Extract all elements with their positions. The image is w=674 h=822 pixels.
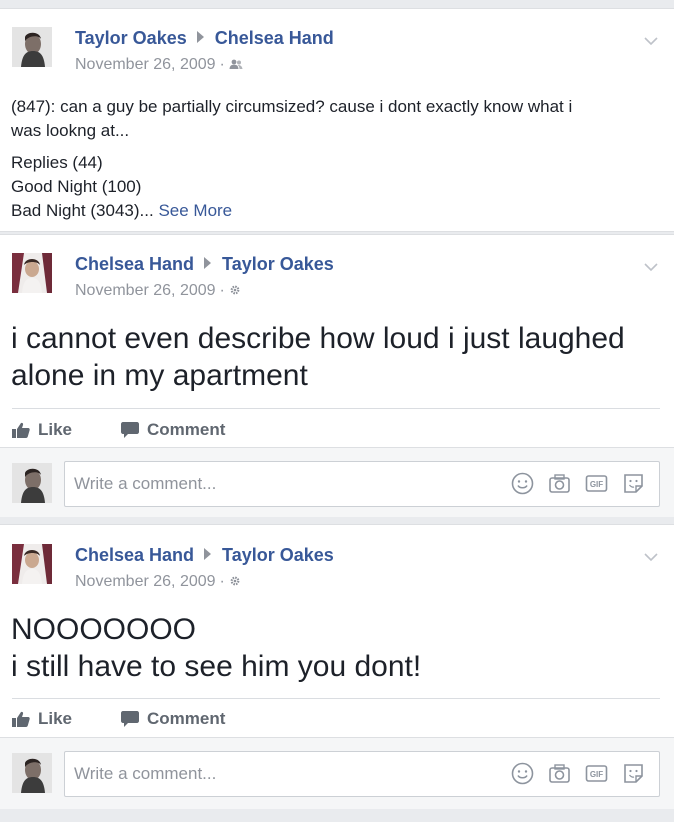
comment-input[interactable]: Write a comment... GIF	[64, 461, 660, 507]
post-header-names: Taylor Oakes Chelsea Hand	[75, 28, 334, 49]
avatar	[12, 463, 52, 503]
friends-icon[interactable]	[229, 57, 243, 75]
post-text-line: (847): can a guy be partially circumsize…	[11, 97, 573, 116]
arrow-right-icon	[204, 257, 212, 269]
post-header-names: Chelsea Hand Taylor Oakes	[75, 545, 334, 566]
post-text-fragment: Bad Night (3043)...	[11, 201, 154, 220]
like-button[interactable]: Like	[12, 709, 72, 729]
separator: ·	[219, 56, 225, 73]
divider	[12, 408, 660, 409]
camera-icon[interactable]	[548, 472, 571, 495]
chevron-down-icon[interactable]	[644, 259, 658, 272]
comment-button[interactable]: Comment	[121, 420, 225, 440]
post-text-line: i cannot even describe how loud i just l…	[11, 322, 625, 355]
comment-input[interactable]: Write a comment... GIF	[64, 751, 660, 797]
thumbs-up-icon	[12, 711, 30, 727]
separator: ·	[219, 282, 225, 299]
gear-icon[interactable]	[229, 283, 241, 301]
post-date[interactable]: November 26, 2009	[75, 573, 216, 590]
post-text-line: Good Night (100)	[11, 177, 142, 196]
post-2: Chelsea Hand Taylor Oakes November 26, 20…	[0, 234, 674, 517]
comment-button[interactable]: Comment	[121, 709, 225, 729]
chevron-down-icon[interactable]	[644, 33, 658, 46]
post-text-line: NOOOOOOO	[11, 613, 197, 646]
comment-input-icons: GIF	[511, 472, 645, 495]
post-body: NOOOOOOO i still have to see him you don…	[11, 611, 658, 685]
emoji-icon[interactable]	[511, 472, 534, 495]
target-link[interactable]: Taylor Oakes	[222, 254, 334, 274]
post-date[interactable]: November 26, 2009	[75, 56, 216, 73]
post-meta: November 26, 2009 ·	[75, 573, 241, 592]
sticker-icon[interactable]	[622, 762, 645, 785]
like-button[interactable]: Like	[12, 420, 72, 440]
comment-icon	[121, 422, 139, 438]
comment-placeholder: Write a comment...	[74, 764, 217, 783]
thumbs-up-icon	[12, 422, 30, 438]
arrow-right-icon	[196, 31, 204, 43]
avatar	[12, 753, 52, 793]
divider	[12, 698, 660, 699]
see-more-link[interactable]: See More	[158, 201, 232, 220]
like-label: Like	[38, 420, 73, 439]
author-link[interactable]: Taylor Oakes	[75, 28, 187, 48]
comment-icon	[121, 711, 139, 727]
post-text-line: Bad Night (3043)... See More	[11, 199, 654, 223]
comment-composer: Write a comment... GIF	[0, 447, 674, 517]
arrow-right-icon	[204, 548, 212, 560]
author-link[interactable]: Chelsea Hand	[75, 254, 194, 274]
post-meta: November 26, 2009 ·	[75, 282, 241, 301]
emoji-icon[interactable]	[511, 762, 534, 785]
post-text-line: alone in my apartment	[11, 359, 308, 392]
gif-icon[interactable]: GIF	[585, 762, 608, 785]
camera-icon[interactable]	[548, 762, 571, 785]
avatar[interactable]	[12, 27, 52, 67]
target-link[interactable]: Taylor Oakes	[222, 545, 334, 565]
avatar[interactable]	[12, 253, 52, 293]
comment-label: Comment	[147, 709, 226, 728]
post-body: (847): can a guy be partially circumsize…	[11, 95, 654, 223]
post-text-line: was lookng at...	[11, 121, 130, 140]
author-link[interactable]: Chelsea Hand	[75, 545, 194, 565]
post-text-line: Replies (44)	[11, 153, 103, 172]
gear-icon[interactable]	[229, 574, 241, 592]
post-date[interactable]: November 26, 2009	[75, 282, 216, 299]
comment-composer: Write a comment... GIF	[0, 737, 674, 809]
separator: ·	[219, 573, 225, 590]
post-text-line: i still have to see him you dont!	[11, 650, 422, 683]
like-label: Like	[38, 709, 73, 728]
post-body: i cannot even describe how loud i just l…	[11, 320, 658, 394]
svg-text:GIF: GIF	[590, 770, 603, 779]
comment-placeholder: Write a comment...	[74, 474, 217, 493]
post-meta: November 26, 2009 ·	[75, 56, 243, 75]
post-3: Chelsea Hand Taylor Oakes November 26, 20…	[0, 524, 674, 809]
avatar[interactable]	[12, 544, 52, 584]
comment-input-icons: GIF	[511, 762, 645, 785]
post-1: Taylor Oakes Chelsea Hand November 26, 20…	[0, 8, 674, 232]
gif-icon[interactable]: GIF	[585, 472, 608, 495]
target-link[interactable]: Chelsea Hand	[215, 28, 334, 48]
chevron-down-icon[interactable]	[644, 549, 658, 562]
svg-text:GIF: GIF	[590, 480, 603, 489]
comment-label: Comment	[147, 420, 226, 439]
post-header-names: Chelsea Hand Taylor Oakes	[75, 254, 334, 275]
sticker-icon[interactable]	[622, 472, 645, 495]
